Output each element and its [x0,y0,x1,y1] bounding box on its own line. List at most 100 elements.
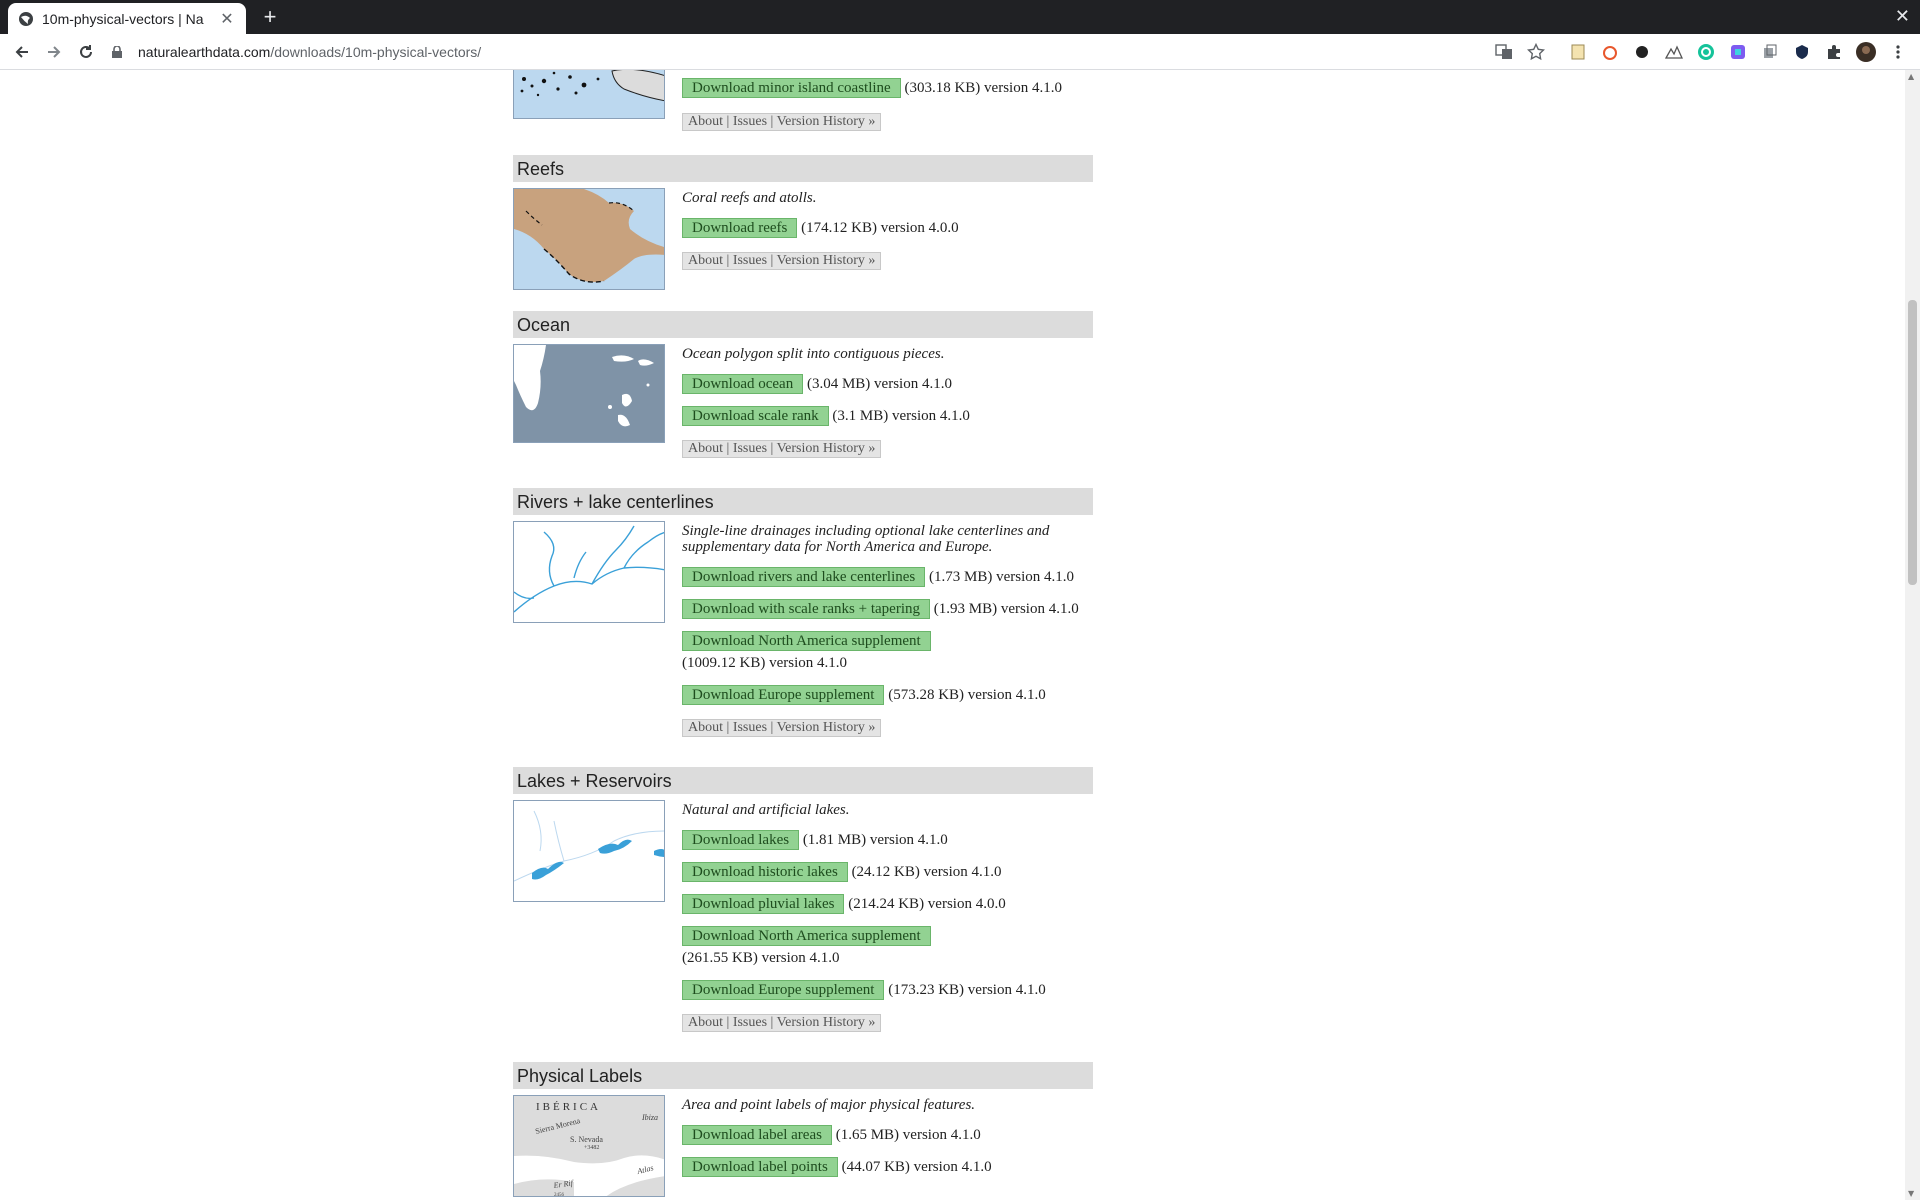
tab-strip: 10m-physical-vectors | Na ✕ + ✕ [0,0,1920,34]
menu-icon[interactable] [1888,42,1908,62]
extensions-icon[interactable] [1824,42,1844,62]
scale-rank-meta: (3.1 MB) version 4.1.0 [832,408,970,424]
download-scale-rank-button[interactable]: Download scale rank [682,406,829,426]
rivers-meta: (1.73 MB) version 4.1.0 [929,569,1074,585]
reefs-thumbnail [513,188,665,290]
version-history-link[interactable]: Version History » [777,1015,876,1030]
gnome-extension-icon[interactable] [1632,42,1652,62]
rivers-north-america-meta: (1009.12 KB) version 4.1.0 [682,655,847,671]
coastline-thumbnail [513,70,665,119]
reload-icon[interactable] [74,40,98,64]
ocean-links: About | Issues | Version History » [682,440,882,458]
download-label-areas-button[interactable]: Download label areas [682,1125,832,1145]
flame-extension-icon[interactable] [1600,42,1620,62]
scrollbar-thumb[interactable] [1908,300,1917,585]
section-reefs: Reefs Coral reefs and atolls. Download r… [513,155,1093,290]
version-history-link[interactable]: Version History » [777,720,876,735]
rivers-europe-meta: (573.28 KB) version 4.1.0 [888,687,1046,703]
issues-link[interactable]: Issues [733,1015,767,1030]
reefs-heading: Reefs [513,155,1093,182]
reefs-body: Coral reefs and atolls. Download reefs (… [682,188,1093,270]
about-link[interactable]: About [688,720,723,735]
copy-extension-icon[interactable] [1760,42,1780,62]
download-reefs-button[interactable]: Download reefs [682,218,798,238]
close-window-icon[interactable]: ✕ [1895,4,1910,28]
grammarly-icon[interactable] [1696,42,1716,62]
lakes-body: Natural and artificial lakes. Download l… [682,800,1093,1032]
ocean-heading: Ocean [513,311,1093,338]
download-label-points-button[interactable]: Download label points [682,1157,838,1177]
download-rivers-button[interactable]: Download rivers and lake centerlines [682,567,926,587]
issues-link[interactable]: Issues [733,441,767,456]
download-lakes-europe-button[interactable]: Download Europe supplement [682,980,885,1000]
download-historic-lakes-button[interactable]: Download historic lakes [682,862,848,882]
lakes-north-america-meta: (261.55 KB) version 4.1.0 [682,950,840,966]
label-points-meta: (44.07 KB) version 4.1.0 [841,1159,992,1175]
new-tab-icon[interactable]: + [258,5,282,29]
color-extension-icon[interactable] [1728,42,1748,62]
label-areas-meta: (1.65 MB) version 4.1.0 [835,1127,981,1143]
shield-extension-icon[interactable] [1792,42,1812,62]
rivers-links: About | Issues | Version History » [682,719,882,737]
section-rivers: Rivers + lake centerlines Single-line dr… [513,488,1093,737]
version-history-link[interactable]: Version History » [777,114,876,129]
issues-link[interactable]: Issues [733,720,767,735]
issues-link[interactable]: Issues [733,253,767,268]
map-label-peak: +3482 [584,1145,599,1151]
lakes-europe-meta: (173.23 KB) version 4.1.0 [888,982,1046,998]
download-minor-island-coastline-button[interactable]: Download minor island coastline [682,78,901,98]
ocean-thumbnail [513,344,665,443]
forward-icon[interactable] [42,40,66,64]
map-label-range2: S. Nevada [570,1135,603,1144]
coastline-meta: (303.18 KB) version 4.1.0 [904,80,1062,96]
lakes-heading: Lakes + Reservoirs [513,767,1093,794]
coastline-body: Download minor island coastline (303.18 … [682,78,1093,131]
coastline-links: About | Issues | Version History » [682,113,882,131]
star-icon[interactable] [1526,42,1546,62]
labels-description: Area and point labels of major physical … [682,1097,976,1113]
download-lakes-button[interactable]: Download lakes [682,830,800,850]
labels-body: Area and point labels of major physical … [682,1095,1093,1177]
section-ocean: Ocean Ocean polygon split into contiguou… [513,311,1093,458]
download-rivers-scale-ranks-button[interactable]: Download with scale ranks + tapering [682,599,930,619]
about-link[interactable]: About [688,253,723,268]
reefs-description: Coral reefs and atolls. [682,190,817,206]
scroll-down-icon[interactable]: ▼ [1908,1189,1914,1198]
version-history-link[interactable]: Version History » [777,441,876,456]
lakes-description: Natural and artificial lakes. [682,802,850,818]
avatar[interactable] [1856,42,1876,62]
rivers-scale-ranks-meta: (1.93 MB) version 4.1.0 [933,601,1079,617]
url-host: naturalearthdata.com [138,44,271,60]
scroll-up-icon[interactable]: ▲ [1908,72,1914,81]
ocean-description: Ocean polygon split into contiguous piec… [682,346,945,362]
lakes-meta: (1.81 MB) version 4.1.0 [802,832,948,848]
download-pluvial-lakes-button[interactable]: Download pluvial lakes [682,894,845,914]
about-link[interactable]: About [688,441,723,456]
map-label-region: IBÉRICA [536,1101,601,1113]
lock-icon[interactable] [112,46,126,58]
version-history-link[interactable]: Version History » [777,253,876,268]
notes-extension-icon[interactable] [1568,42,1588,62]
about-link[interactable]: About [688,1015,723,1030]
labels-thumbnail: IBÉRICA Sierra Morena S. Nevada +3482 Ib… [513,1095,665,1197]
download-rivers-europe-button[interactable]: Download Europe supplement [682,685,885,705]
issues-link[interactable]: Issues [733,114,767,129]
mountain-extension-icon[interactable] [1664,42,1684,62]
about-link[interactable]: About [688,114,723,129]
url-path: /downloads/10m-physical-vectors/ [270,44,482,60]
address-bar[interactable]: naturalearthdata.com/downloads/10m-physi… [112,38,1482,66]
browser-toolbar: naturalearthdata.com/downloads/10m-physi… [0,34,1920,70]
ocean-body: Ocean polygon split into contiguous piec… [682,344,1093,458]
back-icon[interactable] [10,40,34,64]
page-scrollbar[interactable]: ▲ ▼ [1905,70,1920,1200]
download-rivers-north-america-button[interactable]: Download North America supplement [682,631,931,651]
translate-icon[interactable] [1494,42,1514,62]
close-tab-icon[interactable]: ✕ [218,9,236,29]
download-lakes-north-america-button[interactable]: Download North America supplement [682,926,931,946]
tab-title: 10m-physical-vectors | Na [42,10,204,27]
browser-tab[interactable]: 10m-physical-vectors | Na ✕ [8,3,246,34]
reefs-meta: (174.12 KB) version 4.0.0 [801,220,959,236]
download-ocean-button[interactable]: Download ocean [682,374,804,394]
ocean-meta: (3.04 MB) version 4.1.0 [806,376,952,392]
section-lakes: Lakes + Reservoirs Natural and artificia… [513,767,1093,1032]
